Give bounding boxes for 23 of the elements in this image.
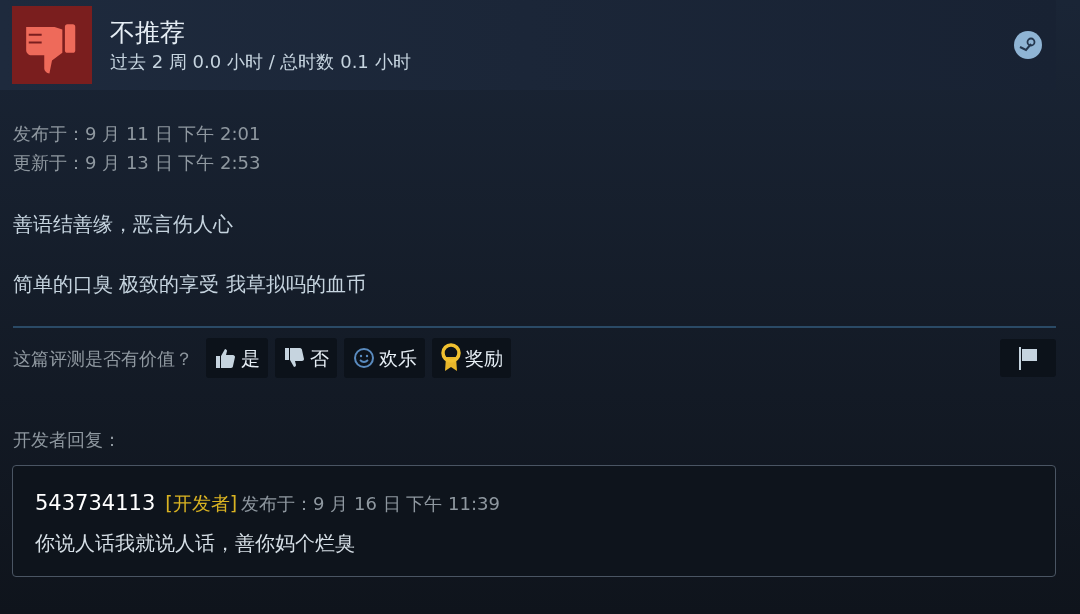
developer-reply-heading: 开发者回复： bbox=[12, 428, 122, 452]
award-ribbon-icon bbox=[440, 343, 462, 373]
date-text: 发布于：9 月 11 日 下午 2:01 bbox=[13, 122, 262, 145]
playtime-text: 过去 2 周 0.0 小时 / 总时数 0.1 小时 bbox=[110, 52, 412, 71]
developer-label: [开发者] bbox=[165, 491, 238, 516]
thumbs-up-icon bbox=[214, 346, 238, 370]
vote-button[interactable]: 否 bbox=[275, 338, 337, 378]
vote-button[interactable]: 是 bbox=[206, 338, 268, 378]
thumbs-down-icon bbox=[283, 346, 307, 370]
report-flag-button[interactable] bbox=[1000, 339, 1056, 377]
steam-logo-icon bbox=[1014, 31, 1042, 59]
thumbs-down-icon bbox=[12, 6, 92, 84]
vote-button[interactable]: 奖励 bbox=[432, 338, 511, 378]
posted-date: 发布于：9 月 16 日 下午 11:39 bbox=[241, 492, 500, 516]
reply-text: 你说人话我就说人话，善你妈个烂臭 bbox=[35, 529, 356, 557]
author-name: 543734113 bbox=[35, 490, 156, 517]
vote-button[interactable]: 欢乐 bbox=[344, 338, 425, 378]
verdict-title: 不推荐 bbox=[110, 19, 186, 45]
review-text: 简单的口臭 极致的享受 我草拟吗的血币 bbox=[13, 272, 367, 296]
smiley-icon bbox=[352, 346, 376, 370]
date-text: 更新于：9 月 13 日 下午 2:53 bbox=[13, 151, 262, 174]
review-text: 善语结善缘，恶言伤人心 bbox=[13, 212, 234, 236]
helpful-prompt: 这篇评测是否有价值？ bbox=[13, 346, 193, 371]
